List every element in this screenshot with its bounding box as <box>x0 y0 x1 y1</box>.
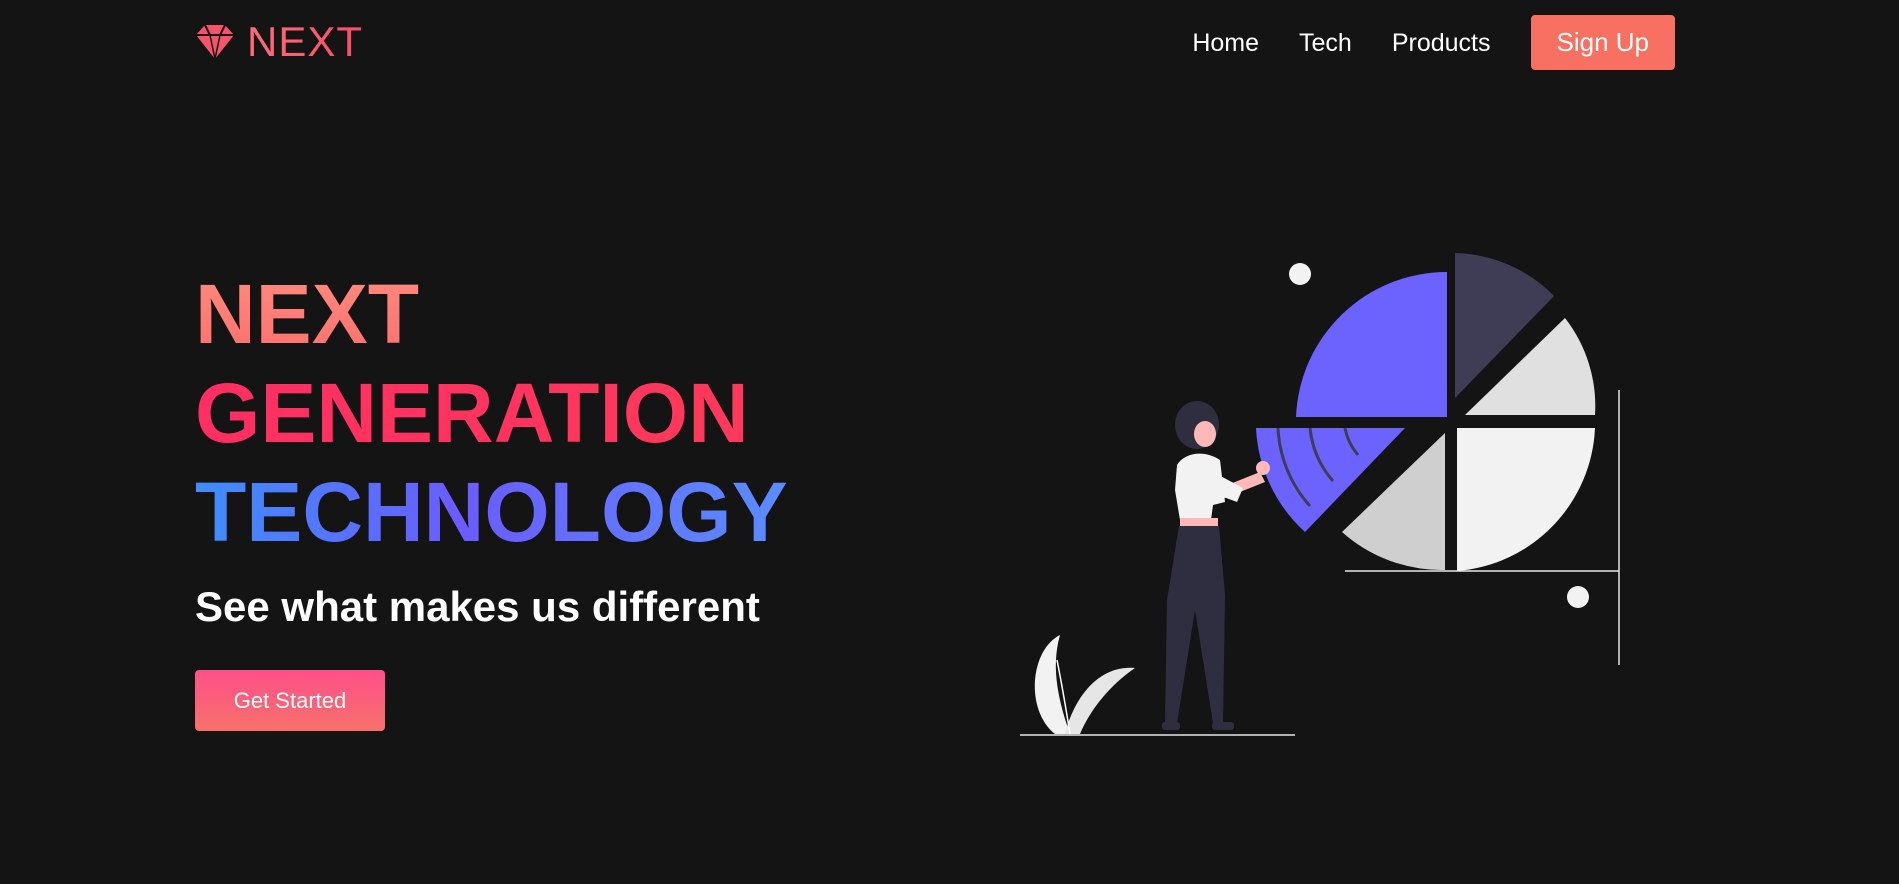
nav-link-tech[interactable]: Tech <box>1299 16 1352 70</box>
hero-heading-line-2: GENERATION <box>195 364 788 463</box>
decor-dot-top <box>1289 263 1311 285</box>
get-started-button[interactable]: Get Started <box>195 670 385 731</box>
nav-link-home[interactable]: Home <box>1192 16 1259 70</box>
decor-dot-right <box>1567 586 1589 608</box>
hero-heading-line-1: NEXT <box>195 265 788 364</box>
gem-icon <box>195 24 235 60</box>
sign-up-button[interactable]: Sign Up <box>1530 15 1675 70</box>
hero-subtitle: See what makes us different <box>195 583 760 630</box>
brand-logo[interactable]: NEXT <box>195 20 363 64</box>
pie-chart-illustration-svg <box>1020 253 1620 736</box>
plant-leaf-right <box>1065 667 1135 734</box>
hero-heading-line-3: TECHNOLOGY <box>195 463 788 562</box>
pie-slice-white <box>1457 428 1595 571</box>
brand-name: NEXT <box>247 18 364 65</box>
navbar: NEXT Home Tech Products Sign Up <box>0 0 1899 85</box>
pie-slice-purple <box>1296 271 1447 417</box>
hero-section: NEXT GENERATION TECHNOLOGY See what make… <box>195 265 788 634</box>
nav-menu: Home Tech Products Sign Up <box>1192 15 1675 70</box>
nav-link-products[interactable]: Products <box>1392 16 1491 70</box>
plant-leaf-left <box>1034 635 1070 734</box>
woman-with-pie-chart-illustration <box>1015 240 1635 740</box>
woman-pants <box>1165 526 1225 723</box>
hero-heading: NEXT GENERATION TECHNOLOGY <box>195 265 788 562</box>
